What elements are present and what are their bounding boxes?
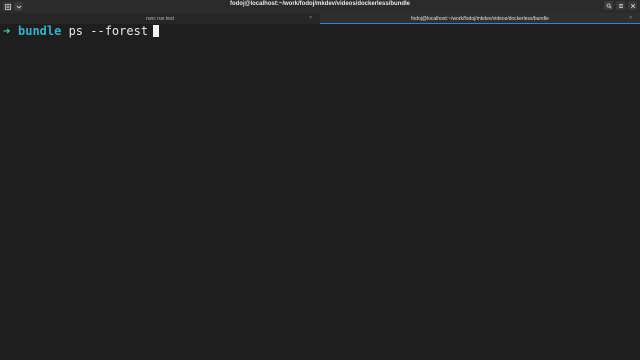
terminal-prompt-line: ➜ bundle ps --forest <box>3 24 640 38</box>
menu-icon[interactable] <box>616 1 625 10</box>
tab-label: fodoj@localhost:~/work/fodoj/mkdev/video… <box>411 15 549 22</box>
tab-close-icon[interactable]: × <box>309 15 312 21</box>
titlebar-right-controls <box>604 1 637 10</box>
terminal-area[interactable]: ➜ bundle ps --forest <box>0 24 640 360</box>
prompt-arrow-icon: ➜ <box>3 24 11 38</box>
command-text: bundle <box>18 24 62 38</box>
window-titlebar: fodoj@localhost:~/work/fodoj/mkdev/video… <box>0 0 640 13</box>
search-icon[interactable] <box>604 1 613 10</box>
text-cursor <box>153 25 160 37</box>
close-icon[interactable] <box>628 1 637 10</box>
command-arguments: ps --forest <box>61 24 149 38</box>
tab-bar: runc run test × fodoj@localhost:~/work/f… <box>0 13 640 24</box>
tab-label: runc run test <box>146 15 174 22</box>
window-title: fodoj@localhost:~/work/fodoj/mkdev/video… <box>229 1 411 7</box>
tab-close-icon[interactable]: × <box>629 15 632 21</box>
titlebar-left-controls <box>0 2 23 11</box>
dropdown-chevron-icon[interactable] <box>14 2 23 11</box>
tab-bundle[interactable]: fodoj@localhost:~/work/fodoj/mkdev/video… <box>320 13 640 24</box>
tab-runc-run-test[interactable]: runc run test × <box>0 13 320 24</box>
new-tab-icon[interactable] <box>3 2 12 11</box>
